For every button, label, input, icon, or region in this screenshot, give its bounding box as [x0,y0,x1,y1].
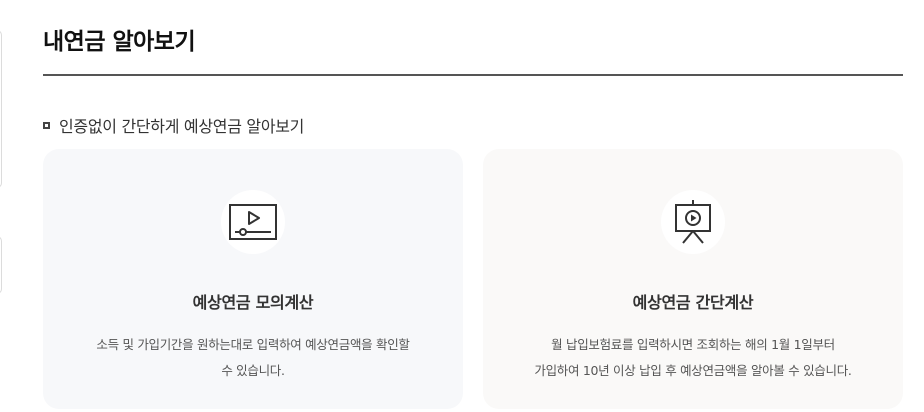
card-description-line: 소득 및 가입기간을 원하는대로 입력하여 예상연금액을 확인할 [96,337,410,352]
card-description-line: 가입하여 10년 이상 납입 후 예상연금액을 알아볼 수 있습니다. [534,363,852,378]
simple-calculation-card[interactable]: 예상연금 간단계산 월 납입보험료를 입력하시면 조회하는 해의 1월 1일부터… [483,149,903,409]
title-divider [43,74,903,76]
presentation-board-icon [661,190,725,254]
card-description-line: 수 있습니다. [221,363,285,378]
section-heading: 인증없이 간단하게 예상연금 알아보기 [43,113,304,137]
left-panel-fragment-lower [0,236,2,294]
card-title: 예상연금 모의계산 [192,293,314,312]
card-description-line: 월 납입보험료를 입력하시면 조회하는 해의 1월 1일부터 [551,337,835,352]
section-heading-text: 인증없이 간단하게 예상연금 알아보기 [59,117,305,136]
square-bullet-icon [43,122,50,129]
left-panel-fragment [0,30,2,188]
page-title: 내연금 알아보기 [43,29,196,55]
card-title: 예상연금 간단계산 [632,293,754,312]
video-player-icon [221,190,285,254]
mock-calculation-card[interactable]: 예상연금 모의계산 소득 및 가입기간을 원하는대로 입력하여 예상연금액을 확… [43,149,463,409]
card-description: 월 납입보험료를 입력하시면 조회하는 해의 1월 1일부터 가입하여 10년 … [511,332,875,384]
card-description: 소득 및 가입기간을 원하는대로 입력하여 예상연금액을 확인할 수 있습니다. [71,332,435,384]
